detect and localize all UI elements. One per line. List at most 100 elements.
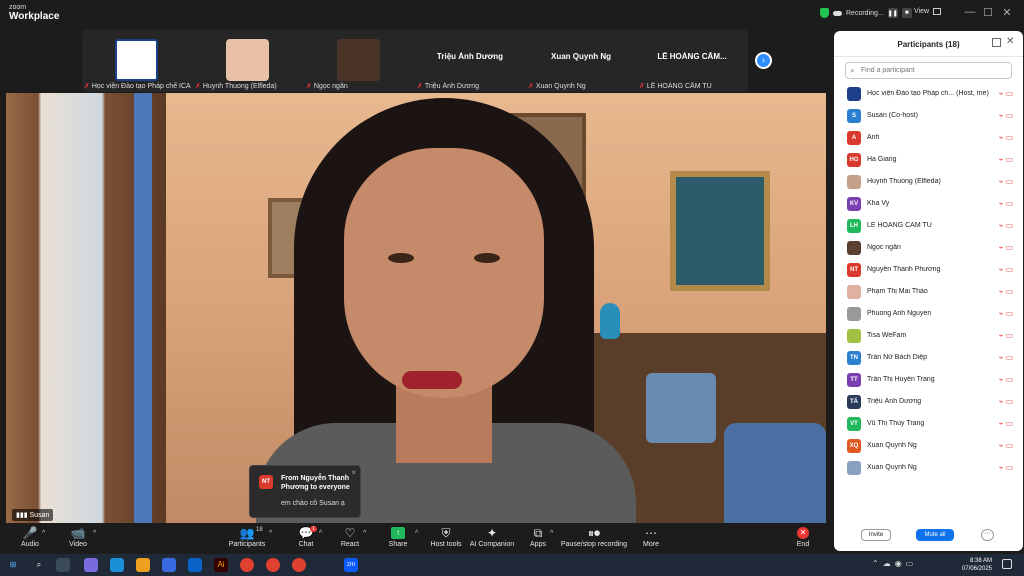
tile-label-text: Xuan Quynh Ng <box>535 83 586 90</box>
chat-notification[interactable]: NT From Nguyễn Thanh Phương to everyone … <box>249 465 361 518</box>
participant-row[interactable]: XQ Xuan Quynh Ng ⌁▭ <box>834 435 1023 457</box>
participant-row[interactable]: A Ánh ⌁▭ <box>834 127 1023 149</box>
participant-tile[interactable]: ✗ Học viện Đào tạo Pháp chế ICA <box>82 29 192 92</box>
mic-video-status-icons: ⌁▭ <box>998 331 1015 340</box>
view-label: View <box>914 8 930 15</box>
minimize-button[interactable]: — <box>962 6 978 18</box>
participants-panel: Participants (18) ✕ ⌕ Find a participant… <box>834 31 1023 551</box>
mic-video-status-icons: ⌁▭ <box>998 111 1015 120</box>
participant-row[interactable]: Huynh Thuong (Elfleda) ⌁▭ <box>834 171 1023 193</box>
participant-row[interactable]: LH LÊ HOÀNG CẨM TÚ ⌁▭ <box>834 215 1023 237</box>
participant-row[interactable]: NT Nguyễn Thanh Phương ⌁▭ <box>834 259 1023 281</box>
signal-icon: ▮▮▮ <box>16 512 28 519</box>
close-icon[interactable]: × <box>351 468 356 477</box>
taskbar-clock[interactable]: 8:38 AM 07/06/2025 <box>958 557 992 573</box>
illustrator-icon[interactable]: Ai <box>214 558 228 572</box>
tile-name: Xuan Quynh Ng <box>551 52 611 61</box>
speaker-video[interactable]: ▮▮▮ Susan <box>6 93 826 523</box>
stop-recording-icon[interactable]: ■ <box>901 8 912 18</box>
end-button[interactable]: ✕ End <box>773 526 833 548</box>
pause-recording-button[interactable]: ⏸⏺ Pause/stop recording <box>560 526 628 548</box>
participant-row[interactable]: Phuong Anh Nguyen ⌁▭ <box>834 303 1023 325</box>
zoom-window: zoom Workplace Recording... ❚❚ ■ View — … <box>0 0 1024 576</box>
react-label: React <box>340 541 360 548</box>
task-view-icon[interactable] <box>56 558 70 572</box>
file-explorer-icon[interactable] <box>136 558 150 572</box>
chrome-icon[interactable] <box>292 558 306 572</box>
participant-tile[interactable]: LÊ HOÀNG CẨM... ✗ LÊ HOÀNG CẨM TÚ <box>637 29 747 92</box>
next-page-button[interactable]: › <box>755 52 772 69</box>
participant-row[interactable]: TÁ Triệu Ánh Dương ⌁▭ <box>834 391 1023 413</box>
outlook-icon[interactable] <box>188 558 202 572</box>
more-button[interactable]: ⋯ More <box>621 526 681 548</box>
participant-row[interactable]: VT Vũ Thị Thùy Trang ⌁▭ <box>834 413 1023 435</box>
apps-caret[interactable]: ^ <box>550 530 553 537</box>
participant-row[interactable]: TN Trần Nữ Bách Diệp ⌁▭ <box>834 347 1023 369</box>
chrome-icon[interactable] <box>266 558 280 572</box>
mic-video-status-icons: ⌁▭ <box>998 463 1015 472</box>
participants-button[interactable]: 👥 Participants <box>217 526 277 548</box>
popout-icon[interactable] <box>992 38 1001 47</box>
pause-recording-icon[interactable]: ❚❚ <box>888 8 898 18</box>
participant-tile[interactable]: ✗ Ngọc ngân <box>304 29 414 92</box>
participant-row[interactable]: Tisa WeFam ⌁▭ <box>834 325 1023 347</box>
mic-muted-icon: ✗ <box>528 83 534 90</box>
view-button[interactable]: View <box>914 8 942 15</box>
avatar <box>337 39 380 81</box>
edge-icon[interactable] <box>110 558 124 572</box>
panel-more-button[interactable]: ··· <box>981 529 994 541</box>
close-window-button[interactable]: ✕ <box>999 6 1015 19</box>
react-caret[interactable]: ^ <box>363 530 366 537</box>
participant-row[interactable]: S Susan (Co-host) ⌁▭ <box>834 105 1023 127</box>
security-shield-icon[interactable] <box>820 8 829 18</box>
participant-row[interactable]: Học viện Đào tạo Pháp ch... (Host, me) ⌁▭ <box>834 83 1023 105</box>
title-bar: zoom Workplace Recording... ❚❚ ■ View — … <box>0 0 1024 28</box>
participant-name: Phạm Thị Mai Thảo <box>867 288 928 295</box>
participant-name: Huynh Thuong (Elfleda) <box>867 178 941 185</box>
participants-caret[interactable]: ^ <box>269 530 272 537</box>
chrome-icon[interactable] <box>240 558 254 572</box>
video-options-caret[interactable]: ^ <box>93 530 96 537</box>
participant-tile[interactable]: Xuan Quynh Ng ✗ Xuan Quynh Ng <box>526 29 636 92</box>
search-icon[interactable]: ⌕ <box>32 558 46 572</box>
video-pillow <box>646 373 716 443</box>
participant-name: Học viện Đào tạo Pháp ch... (Host, me) <box>867 90 989 97</box>
participant-row[interactable]: Xuan Quynh Ng ⌁▭ <box>834 457 1023 479</box>
avatar: TT <box>847 373 861 387</box>
store-icon[interactable] <box>162 558 176 572</box>
recording-indicator[interactable]: Recording... ❚❚ ■ <box>820 8 912 18</box>
chat-badge: 1 <box>310 526 317 532</box>
audio-options-caret[interactable]: ^ <box>42 530 45 537</box>
maximize-button[interactable]: ☐ <box>980 6 996 19</box>
mic-muted-icon: ✗ <box>84 83 90 90</box>
video-chair <box>724 423 826 523</box>
participants-count: 18 <box>256 527 263 533</box>
mic-muted-icon: ✗ <box>417 83 423 90</box>
participant-row[interactable]: Ngọc ngân ⌁▭ <box>834 237 1023 259</box>
participants-label: Participants <box>228 541 266 548</box>
chat-label: Chat <box>298 541 314 548</box>
avatar: NT <box>847 263 861 277</box>
participant-tile[interactable]: Triệu Ánh Dương ✗ Triệu Ánh Dương <box>415 29 525 92</box>
speaker-eye <box>474 253 500 263</box>
windows-start-icon[interactable]: ⊞ <box>6 558 20 572</box>
mute-all-button[interactable]: Mute all <box>916 529 954 541</box>
participant-tile[interactable]: ✗ Huynh Thuong (Elfleda) <box>193 29 303 92</box>
participant-row[interactable]: Phạm Thị Mai Thảo ⌁▭ <box>834 281 1023 303</box>
participant-row[interactable]: HG Ha Giang ⌁▭ <box>834 149 1023 171</box>
notification-icon[interactable] <box>1002 559 1012 569</box>
zoom-taskbar-icon[interactable]: zm <box>344 558 358 572</box>
system-tray-icons[interactable]: ⌃☁◉▭ <box>872 559 917 568</box>
participant-search-input[interactable]: ⌕ Find a participant <box>845 62 1012 79</box>
participant-row[interactable]: KV Kha Vy ⌁▭ <box>834 193 1023 215</box>
close-icon[interactable]: ✕ <box>1006 36 1014 47</box>
tile-name: Triệu Ánh Dương <box>436 52 504 61</box>
participant-name: Kha Vy <box>867 200 890 207</box>
copilot-icon[interactable] <box>84 558 98 572</box>
apps-button[interactable]: ⧉ Apps <box>508 526 568 548</box>
participant-row[interactable]: TT Trần Thị Huyền Trang ⌁▭ <box>834 369 1023 391</box>
participant-name: Ngọc ngân <box>867 244 901 251</box>
invite-button[interactable]: Invite <box>861 529 891 541</box>
video-button[interactable]: 📹 Video <box>48 526 108 548</box>
mic-muted-icon: ✗ <box>306 83 312 90</box>
